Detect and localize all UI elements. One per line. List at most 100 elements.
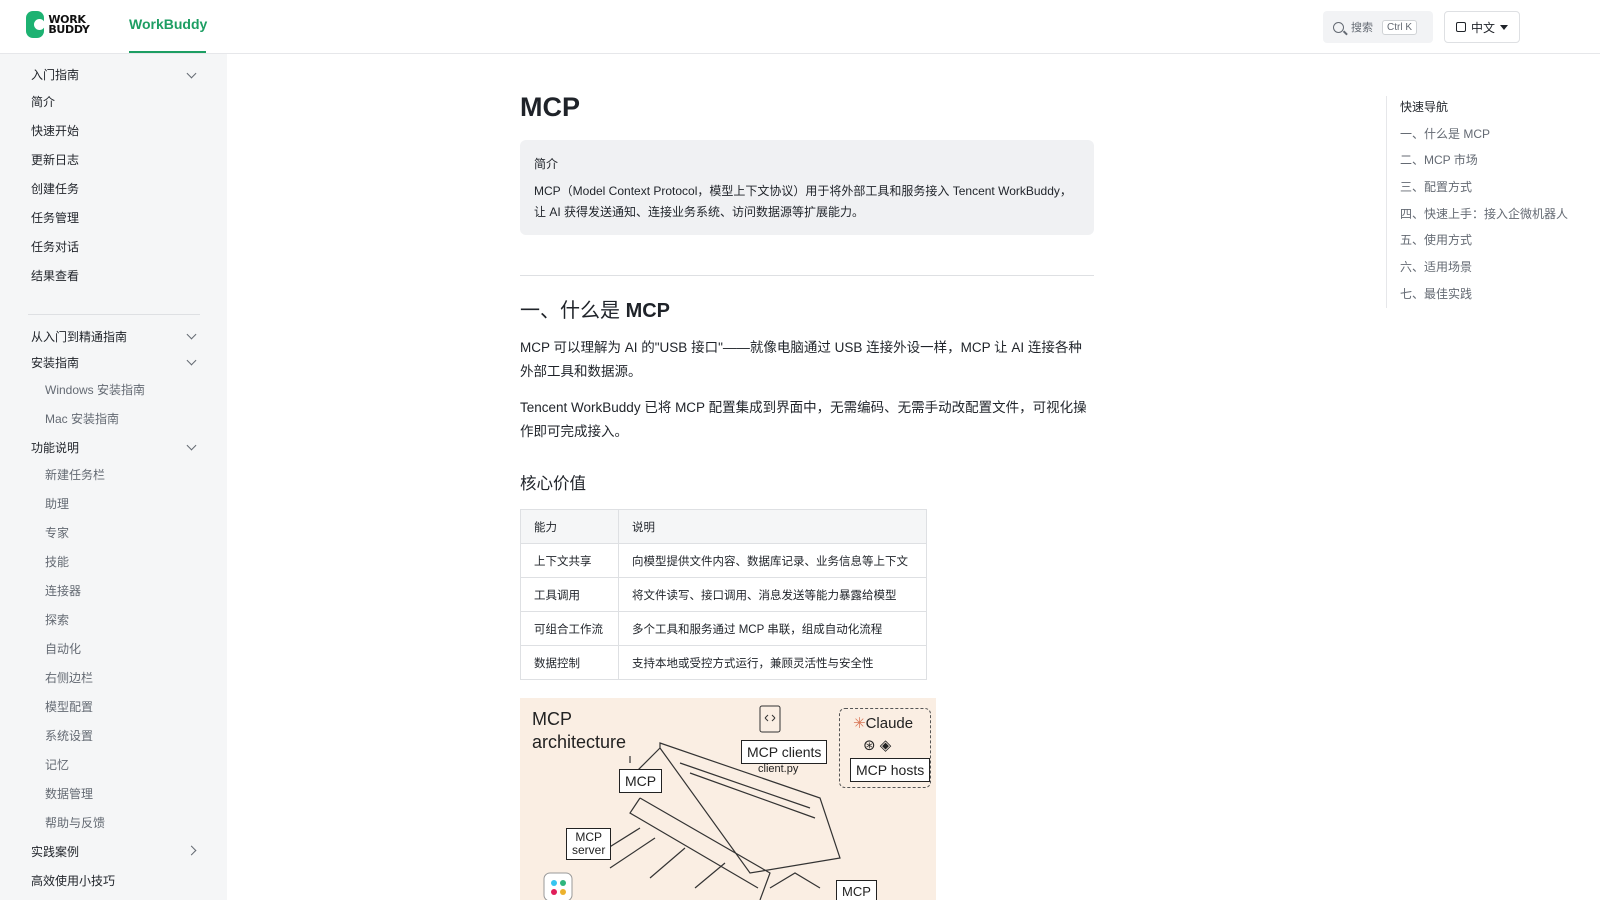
intro-callout: 简介 MCP（Model Context Protocol，模型上下文协议）用于… [520,140,1094,235]
sidebar-item-expert[interactable]: 专家 [45,523,69,543]
section-divider [520,275,1094,276]
table-header-cell: 说明 [618,509,927,544]
toc-item-usage[interactable]: 五、使用方式 [1400,231,1472,248]
diagram-server-line2: server [572,843,606,857]
table-cell: 工具调用 [520,577,619,612]
sidebar-item-results[interactable]: 结果查看 [31,266,79,286]
sidebar-item-mac-install[interactable]: Mac 安装指南 [45,409,119,429]
intro-text-line2: 让 AI 获得发送通知、连接业务系统、访问数据源等扩展能力。 [534,205,865,219]
toc-item-what-is-mcp[interactable]: 一、什么是 MCP [1400,125,1490,142]
search-button[interactable]: 搜索 Ctrl K [1323,11,1433,43]
toc-item-best-practices[interactable]: 七、最佳实践 [1400,285,1472,302]
page-title: MCP [520,92,580,122]
core-value-table: 能力 说明 上下文共享 向模型提供文件内容、数据库记录、业务信息等上下文 工具调… [520,509,927,680]
diagram-client-file: client.py [758,763,799,775]
table-header-row: 能力 说明 [520,509,927,544]
sidebar-item-connectors[interactable]: 连接器 [45,581,81,601]
sidebar-item-memory[interactable]: 记忆 [45,755,69,775]
language-label: 中文 [1470,20,1495,35]
sidebar-item-explore[interactable]: 探索 [45,610,69,630]
chevron-down-icon[interactable] [186,68,197,79]
toc-title: 快速导航 [1400,100,1449,114]
diagram-title: MCP architecture [532,708,626,754]
sidebar-item-skills[interactable]: 技能 [45,552,69,572]
chevron-down-icon[interactable] [186,440,197,451]
logo-mark-icon [26,11,46,38]
search-icon [1333,21,1344,33]
toc-item-mcp-market[interactable]: 二、MCP 市场 [1400,151,1478,168]
table-cell: 向模型提供文件内容、数据库记录、业务信息等上下文 [618,543,927,578]
paragraph-usb-analogy: MCP 可以理解为 AI 的"USB 接口"——就像电脑通过 USB 连接外设一… [520,340,1082,379]
active-tab-indicator [129,51,206,53]
toc-item-config[interactable]: 三、配置方式 [1400,178,1472,195]
diagram-mcp-hosts-box: MCP hosts [850,758,931,782]
diagram-mcp-clients-box: MCP clients [741,740,828,764]
paragraph-workbuddy-integration: Tencent WorkBuddy 已将 MCP 配置集成到界面中，无需编码、无… [520,400,1087,439]
table-cell: 将文件读写、接口调用、消息发送等能力暴露给模型 [618,577,927,612]
sidebar-group-cases[interactable]: 实践案例 [31,842,79,862]
sidebar-group-features[interactable]: 功能说明 [31,438,79,458]
sidebar-item-create-task[interactable]: 创建任务 [31,179,79,199]
diagram-claude-text: Claude [865,715,914,732]
search-shortcut: Ctrl K [1382,19,1417,35]
chevron-down-icon[interactable] [186,329,197,340]
diagram-title-line2: architecture [532,732,627,752]
sidebar-divider [28,314,200,315]
logo-text: WORK BUDDY [48,12,90,36]
chevron-right-icon[interactable] [186,845,197,856]
sidebar-item-model-config[interactable]: 模型配置 [45,697,93,717]
diagram-claude-label: ✳Claude [853,714,913,732]
top-header: WORK BUDDY WorkBuddy 搜索 Ctrl K 中文 [0,0,1600,54]
table-cell: 数据控制 [520,645,619,680]
table-row: 上下文共享 向模型提供文件内容、数据库记录、业务信息等上下文 [520,543,927,578]
table-cell: 可组合工作流 [520,611,619,646]
sidebar: 入门指南 简介 快速开始 更新日志 创建任务 任务管理 任务对话 结果查看 从入… [0,54,227,900]
sidebar-item-windows-install[interactable]: Windows 安装指南 [45,380,145,400]
sidebar-item-changelog[interactable]: 更新日志 [31,150,79,170]
table-cell: 多个工具和服务通过 MCP 串联，组成自动化流程 [618,611,927,646]
sidebar-group-getting-started[interactable]: 入门指南 [31,65,79,85]
sidebar-group-advanced[interactable]: 从入门到精通指南 [31,327,127,347]
toc-rail [1386,96,1387,308]
table-header-cell: 能力 [520,509,619,544]
intro-label: 简介 [534,157,559,171]
sidebar-item-data-management[interactable]: 数据管理 [45,784,93,804]
sidebar-item-task-management[interactable]: 任务管理 [31,208,79,228]
sidebar-group-install[interactable]: 安装指南 [31,353,79,373]
workbuddy-logo[interactable]: WORK BUDDY [26,11,104,38]
sidebar-item-help-feedback[interactable]: 帮助与反馈 [45,813,105,833]
brand-tab[interactable]: WorkBuddy [129,16,207,32]
table-cell: 上下文共享 [520,543,619,578]
sidebar-item-quickstart[interactable]: 快速开始 [31,121,79,141]
sidebar-item-right-sidebar[interactable]: 右侧边栏 [45,668,93,688]
section-heading-prefix: 一、什么是 [520,300,620,322]
table-row: 工具调用 将文件读写、接口调用、消息发送等能力暴露给模型 [520,577,927,612]
sidebar-item-task-chat[interactable]: 任务对话 [31,237,79,257]
sidebar-item-new-task-bar[interactable]: 新建任务栏 [45,465,105,485]
table-row: 可组合工作流 多个工具和服务通过 MCP 串联，组成自动化流程 [520,611,927,646]
claude-icon: ✳ [853,715,866,732]
toc-item-quickstart-wecom[interactable]: 四、快速上手：接入企微机器人 [1400,205,1568,222]
table-row: 数据控制 支持本地或受控方式运行，兼顾灵活性与安全性 [520,645,927,680]
diagram-mcp-box: MCP [619,769,663,793]
diagram-mcp-bottom-box: MCP [836,880,877,900]
toc-item-scenarios[interactable]: 六、适用场景 [1400,258,1472,275]
language-icon [1455,22,1466,32]
intro-text-line1: MCP（Model Context Protocol，模型上下文协议）用于将外部… [534,184,1072,198]
diagram-title-line1: MCP [532,709,572,729]
language-select[interactable]: 中文 [1444,11,1520,43]
mcp-architecture-diagram: MCP architecture MCP clients client.py ✳… [520,698,936,900]
diagram-mcp-server-box: MCP server [566,828,612,860]
subheading-core-value: 核心价值 [520,475,586,493]
caret-down-icon [1500,24,1508,30]
sidebar-item-automation[interactable]: 自动化 [45,639,81,659]
sidebar-item-intro[interactable]: 简介 [31,92,55,112]
section-heading-bold: MCP [625,300,671,322]
section-heading-what-is-mcp: 一、什么是 MCP [520,294,670,323]
chevron-down-icon[interactable] [186,355,197,366]
sidebar-item-assistant[interactable]: 助理 [45,494,69,514]
search-placeholder: 搜索 [1351,22,1373,34]
sidebar-group-tips[interactable]: 高效使用小技巧 [31,871,115,891]
sidebar-item-system-settings[interactable]: 系统设置 [45,726,93,746]
diagram-host-icons: ⊛ ◈ [863,737,892,754]
